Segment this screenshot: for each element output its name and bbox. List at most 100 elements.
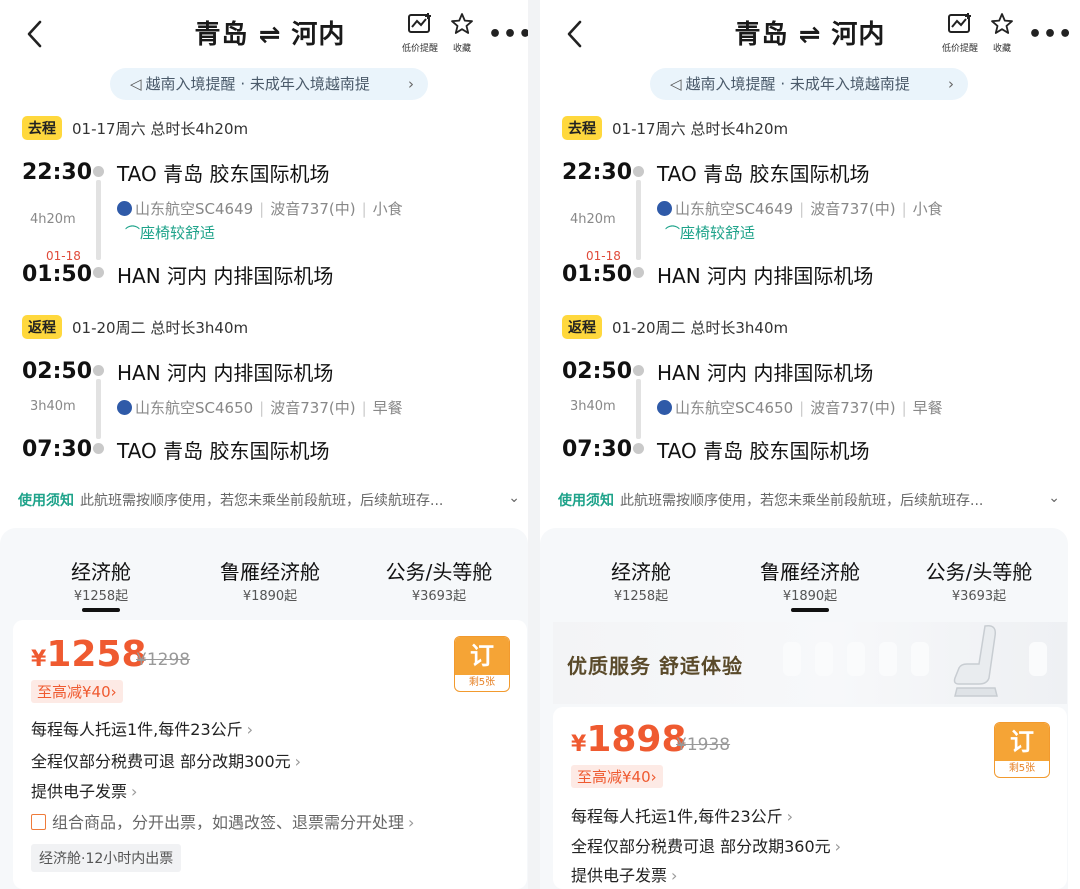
return-arrive-time: 07:30: [562, 437, 633, 462]
tab-premium-economy[interactable]: 鲁雁经济舱 ¥1890起: [740, 556, 880, 612]
price-alert-button[interactable]: 低价提醒: [398, 12, 442, 54]
return-info: 01-20周二 总时长3h40m: [612, 318, 789, 337]
tab-economy[interactable]: 经济舱 ¥1258起: [571, 556, 711, 604]
invoice-info[interactable]: 提供电子发票 ›: [571, 862, 677, 886]
timeline-dot: [633, 443, 644, 454]
return-tag: 返程: [562, 315, 602, 339]
outbound-flight-number: 山东航空SC4649: [675, 200, 794, 218]
tab-economy[interactable]: 经济舱 ¥1258起: [31, 556, 171, 612]
airline-logo-icon: [657, 201, 672, 216]
invoice-info[interactable]: 提供电子发票 ›: [31, 778, 137, 802]
tab-price: ¥1890起: [242, 589, 298, 604]
book-label: 订: [455, 637, 509, 675]
return-arrive-time: 07:30: [22, 437, 93, 462]
document-icon: [31, 814, 46, 830]
return-flight-number: 山东航空SC4650: [675, 399, 794, 417]
tab-label: 鲁雁经济舱: [220, 560, 320, 584]
return-meal: 早餐: [372, 399, 403, 417]
timeline-dot: [93, 365, 104, 376]
entry-notice-banner[interactable]: ◁ 越南入境提醒 · 未成年入境越南提 ›: [650, 68, 968, 100]
baggage-info[interactable]: 每程每人托运1件,每件23公斤 ›: [31, 716, 253, 740]
outbound-duration: 4h20m: [570, 212, 616, 227]
entry-notice-text: 越南入境提醒 · 未成年入境越南提: [145, 75, 370, 93]
chevron-right-icon: ›: [671, 866, 678, 885]
outbound-info: 01-17周六 总时长4h20m: [72, 119, 249, 138]
chevron-right-icon: ›: [408, 813, 415, 832]
tab-label: 经济舱: [71, 560, 131, 584]
refund-info[interactable]: 全程仅部分税费可退 部分改期300元 ›: [31, 748, 301, 772]
more-icon[interactable]: •••: [488, 22, 533, 47]
tab-label: 经济舱: [611, 560, 671, 584]
megaphone-icon: ◁: [130, 75, 142, 93]
outbound-aircraft: 波音737(中): [270, 200, 356, 218]
return-flight-number: 山东航空SC4650: [135, 399, 254, 417]
chevron-right-icon: ›: [408, 75, 414, 93]
price-alert-label: 低价提醒: [401, 44, 438, 54]
outbound-arrive-airport: HAN 河内 内排国际机场: [117, 264, 334, 288]
baggage-info[interactable]: 每程每人托运1件,每件23公斤 ›: [571, 803, 793, 827]
outbound-comfort: ⌒座椅较舒适: [125, 224, 216, 242]
chevron-right-icon: ›: [294, 752, 302, 771]
timeline-line: [96, 379, 101, 439]
tab-label: 公务/头等舱: [385, 560, 493, 584]
outbound-aircraft: 波音737(中): [810, 200, 896, 218]
timeline-dot: [633, 166, 644, 177]
more-icon[interactable]: •••: [1028, 22, 1073, 47]
outbound-depart-time: 22:30: [562, 160, 633, 185]
header: 青岛 ⇌ 河内 低价提醒 收藏 •••: [540, 0, 1072, 64]
outbound-depart-airport: TAO 青岛 胶东国际机场: [117, 162, 330, 186]
usage-rules-text: 此航班需按顺序使用，若您未乘坐前段航班，后续航班存...: [80, 493, 444, 509]
tab-business-first[interactable]: 公务/头等舱 ¥3693起: [369, 556, 509, 604]
timeline-line: [96, 180, 101, 260]
chevron-right-icon: ›: [786, 807, 794, 826]
return-depart-airport: HAN 河内 内排国际机场: [117, 361, 334, 385]
timeline-line: [636, 180, 641, 260]
airline-logo-icon: [657, 400, 672, 415]
chevron-right-icon: ›: [834, 837, 842, 856]
tab-business-first[interactable]: 公务/头等舱 ¥3693起: [909, 556, 1049, 604]
price-alert-icon: [408, 13, 431, 33]
outbound-arrive-time: 01:50: [562, 262, 633, 287]
return-depart-airport: HAN 河内 内排国际机场: [657, 361, 874, 385]
book-button[interactable]: 订 剩5张: [454, 636, 510, 692]
favorite-button[interactable]: 收藏: [440, 12, 484, 54]
combo-note[interactable]: 组合商品，分开出票，如遇改签、退票需分开处理 ›: [31, 809, 414, 833]
book-button[interactable]: 订 剩5张: [994, 722, 1050, 778]
tab-price: ¥1258起: [73, 589, 129, 604]
return-arrive-airport: TAO 青岛 胶东国际机场: [117, 439, 330, 463]
remaining-tickets: 剩5张: [1008, 763, 1036, 774]
entry-notice-text: 越南入境提醒 · 未成年入境越南提: [685, 75, 910, 93]
remaining-tickets: 剩5张: [468, 677, 496, 688]
chevron-right-icon: ›: [650, 768, 657, 786]
discount-badge[interactable]: 至高减¥40›: [31, 680, 123, 703]
discount-badge[interactable]: 至高减¥40›: [571, 765, 663, 788]
return-duration: 3h40m: [30, 399, 76, 414]
usage-rules[interactable]: 使用须知 此航班需按顺序使用，若您未乘坐前段航班，后续航班存... ⌄: [18, 490, 528, 510]
entry-notice-banner[interactable]: ◁ 越南入境提醒 · 未成年入境越南提 ›: [110, 68, 428, 100]
megaphone-icon: ◁: [670, 75, 682, 93]
return-header: 返程 01-20周二 总时长3h40m: [22, 315, 248, 339]
outbound-info: 01-17周六 总时长4h20m: [612, 119, 789, 138]
star-icon: [991, 13, 1013, 34]
refund-info[interactable]: 全程仅部分税费可退 部分改期360元 ›: [571, 833, 841, 857]
promo-decoration: [911, 642, 929, 676]
usage-rules-text: 此航班需按顺序使用，若您未乘坐前段航班，后续航班存...: [620, 493, 984, 509]
promo-decoration: [847, 642, 865, 676]
price-alert-button[interactable]: 低价提醒: [938, 12, 982, 54]
panel-divider: [528, 0, 540, 889]
tab-active-indicator: [791, 608, 829, 612]
fare-card: ¥1898 ¥1938 至高减¥40› 订 剩5张 每程每人托运1件,每件23公…: [553, 707, 1067, 889]
price-alert-label: 低价提醒: [941, 44, 978, 54]
return-info: 01-20周二 总时长3h40m: [72, 318, 249, 337]
tab-price: ¥1890起: [782, 589, 838, 604]
return-meal: 早餐: [912, 399, 943, 417]
favorite-button[interactable]: 收藏: [980, 12, 1024, 54]
usage-rules[interactable]: 使用须知 此航班需按顺序使用，若您未乘坐前段航班，后续航班存... ⌄: [558, 490, 1068, 510]
outbound-depart-airport: TAO 青岛 胶东国际机场: [657, 162, 870, 186]
usage-rules-label: 使用须知: [558, 493, 614, 509]
chevron-right-icon: ›: [948, 75, 954, 93]
usage-rules-label: 使用须知: [18, 493, 74, 509]
tab-premium-economy[interactable]: 鲁雁经济舱 ¥1890起: [200, 556, 340, 604]
outbound-header: 去程 01-17周六 总时长4h20m: [562, 116, 788, 140]
return-tag: 返程: [22, 315, 62, 339]
